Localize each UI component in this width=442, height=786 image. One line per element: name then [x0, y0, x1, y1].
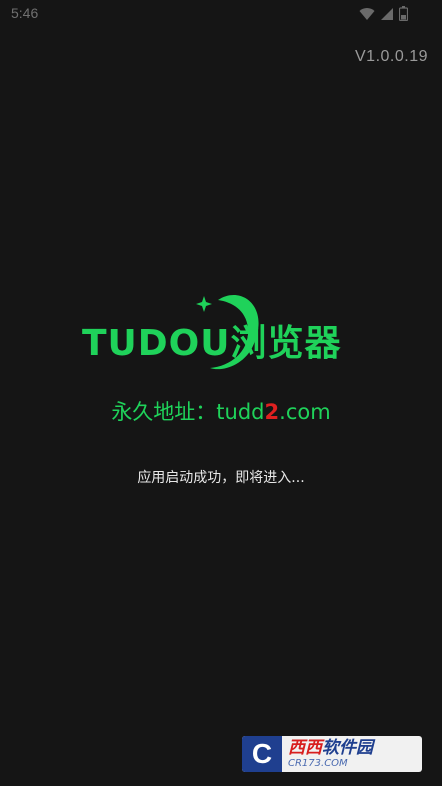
permanent-address: 永久地址：tudd2.com: [0, 396, 442, 426]
address-prefix: 永久地址：tudd: [111, 400, 265, 424]
wifi-icon: [359, 6, 375, 25]
status-bar: 5:46: [0, 0, 442, 28]
address-suffix: .com: [279, 400, 331, 424]
battery-icon: [398, 6, 409, 25]
watermark-badge: C 西西软件园 CR173.COM: [242, 736, 422, 772]
signal-icon: [380, 6, 394, 25]
status-icons: [359, 6, 409, 25]
address-number: 2: [264, 400, 280, 424]
watermark-title-a: 西西: [288, 737, 322, 758]
loading-message: 应用启动成功，即将进入...: [137, 470, 305, 486]
watermark-sub: CR173.COM: [288, 757, 348, 769]
status-time: 5:46: [11, 5, 39, 21]
watermark-title-b: 软件园: [322, 737, 373, 758]
watermark-logo-icon: C: [242, 736, 282, 772]
app-version: V1.0.0.19: [355, 48, 428, 65]
watermark-text: 西西软件园 CR173.COM: [288, 737, 373, 769]
app-logo: TUDOU浏览器: [82, 288, 372, 374]
watermark-title: 西西软件园: [288, 737, 373, 758]
logo-text: TUDOU浏览器: [82, 323, 342, 364]
